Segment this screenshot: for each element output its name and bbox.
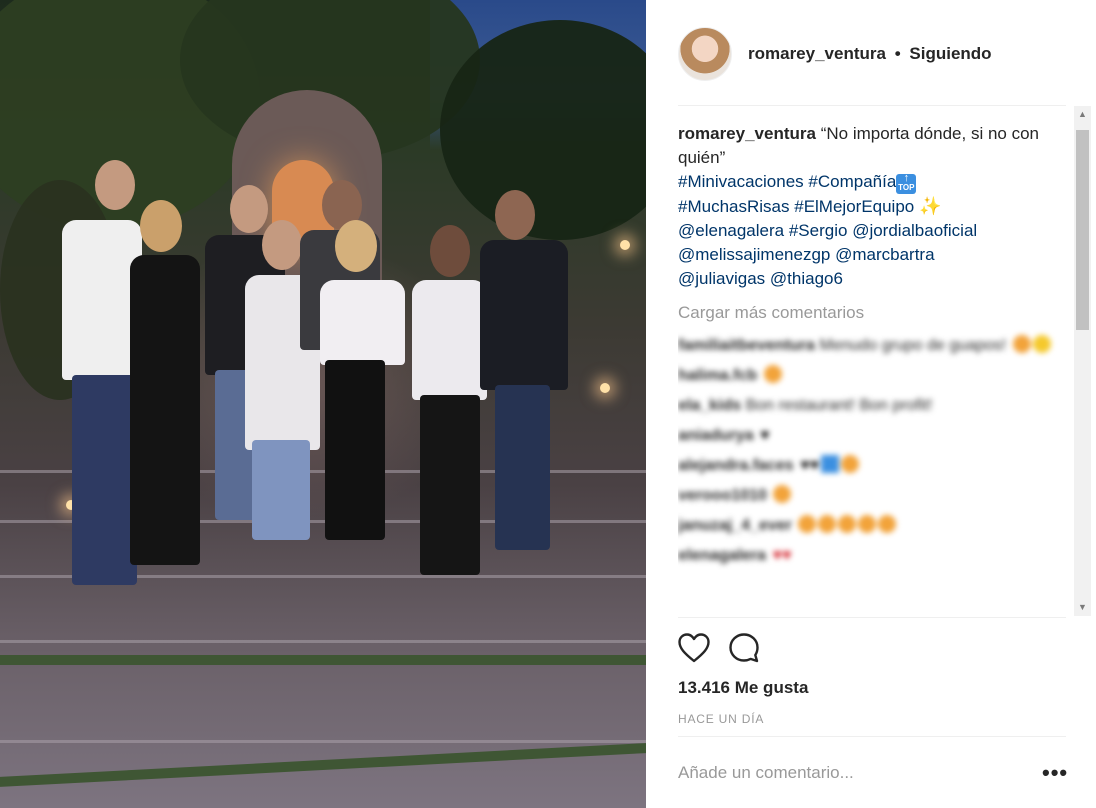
comment-username[interactable]: familiaitbeventura [678, 337, 815, 354]
comment-item: elenagalera ♥♥ [678, 541, 1073, 571]
like-button[interactable] [678, 632, 710, 664]
emoji-icon [773, 485, 792, 503]
post-photo[interactable] [0, 0, 646, 808]
load-more-comments-button[interactable]: Cargar más comentarios [678, 301, 1073, 325]
footer-divider [678, 736, 1066, 737]
photo-grass [0, 655, 646, 665]
post-header: romarey_ventura • Siguiendo [678, 24, 1066, 84]
header-separator: • [894, 44, 901, 63]
scrollbar-thumb[interactable] [1076, 130, 1089, 330]
comment-username[interactable]: januzaj_4_ever [678, 517, 792, 534]
comment-username[interactable]: verooo1010 [678, 487, 767, 504]
comment-item: ela_kids Bon restaurant! Bon profit! [678, 391, 1073, 421]
mention-link[interactable]: @elenagalera [678, 221, 784, 240]
photo-lamp [600, 383, 610, 393]
hashtag-link[interactable]: #Minivacaciones [678, 172, 804, 191]
emoji-icon [798, 515, 817, 533]
comments-divider [678, 617, 1066, 618]
hashtag-link[interactable]: #Compañía [808, 172, 896, 191]
post-details-panel: romarey_ventura • Siguiendo romarey_vent… [646, 0, 1096, 808]
likes-count[interactable]: 13.416 Me gusta [678, 678, 808, 698]
mention-link[interactable]: @thiago6 [770, 269, 843, 288]
emoji-icon [821, 455, 840, 473]
comment-text: Menudo grupo de guapos! [819, 337, 1007, 354]
emoji-icon [1012, 335, 1031, 353]
photo-grass [0, 743, 646, 787]
emoji-icon [858, 515, 877, 533]
comments-list[interactable]: romarey_ventura “No importa dónde, si no… [678, 122, 1073, 615]
comment-item: verooo1010 [678, 481, 1073, 511]
header-username[interactable]: romarey_ventura [748, 44, 886, 63]
photo-step [0, 740, 646, 743]
emoji-icon [1032, 335, 1051, 353]
top-emoji-icon: ↑ TOP [896, 172, 917, 194]
follow-status-button[interactable]: Siguiendo [909, 44, 991, 63]
comment-item: halima.fcb [678, 361, 1073, 391]
emoji-icon [818, 515, 837, 533]
comment-username[interactable]: alejandra.faces [678, 457, 794, 474]
comments-scrollbar[interactable]: ▲ ▼ [1074, 106, 1091, 616]
hashtag-link[interactable]: #Sergio [789, 221, 848, 240]
heart-emoji-icon: ♥♥ [772, 547, 792, 564]
header-divider [678, 105, 1066, 106]
mention-link[interactable]: @juliavigas [678, 269, 765, 288]
hashtag-link[interactable]: #MuchasRisas [678, 197, 790, 216]
comment-username[interactable]: elenagalera [678, 547, 766, 564]
photo-lamp [620, 240, 630, 250]
comment-item: januzaj_4_ever [678, 511, 1073, 541]
hashtag-link[interactable]: #ElMejorEquipo [794, 197, 914, 216]
add-comment-input[interactable] [678, 763, 1008, 783]
mention-link[interactable]: @melissajimenezgp [678, 245, 830, 264]
comment-item: alejandra.faces ♥♥ [678, 451, 1073, 481]
comment-item: aniadurya ♥ [678, 421, 1073, 451]
comment-username[interactable]: halima.fcb [678, 367, 757, 384]
photo-step [0, 640, 646, 643]
emoji-icon [841, 455, 860, 473]
mention-link[interactable]: @marcbartra [835, 245, 934, 264]
mention-link[interactable]: @jordialbaoficial [852, 221, 977, 240]
avatar[interactable] [678, 27, 732, 81]
caption: romarey_ventura “No importa dónde, si no… [678, 122, 1073, 291]
comment-button[interactable] [728, 632, 760, 664]
sparkle-emoji-icon: ✨ [918, 196, 942, 216]
comment-item: familiaitbeventura Menudo grupo de guapo… [678, 331, 1073, 361]
heart-emoji-icon: ♥ [760, 427, 770, 444]
emoji-icon [838, 515, 857, 533]
post-actions [678, 632, 760, 664]
comment-text: Bon restaurant! Bon profit! [745, 397, 933, 414]
heart-outline-icon [678, 633, 710, 663]
caption-username[interactable]: romarey_ventura [678, 124, 816, 143]
emoji-icon [878, 515, 897, 533]
comment-username[interactable]: ela_kids [678, 397, 741, 414]
ellipsis-icon[interactable]: ••• [1042, 760, 1068, 786]
heart-emoji-icon: ♥♥ [800, 457, 820, 474]
emoji-icon [763, 365, 782, 383]
scroll-down-arrow-icon[interactable]: ▼ [1074, 599, 1091, 616]
comment-username[interactable]: aniadurya [678, 427, 754, 444]
header-text: romarey_ventura • Siguiendo [748, 44, 992, 64]
top-emoji-text: TOP [898, 183, 915, 192]
post-timestamp[interactable]: HACE UN DÍA [678, 712, 764, 726]
scroll-up-arrow-icon[interactable]: ▲ [1074, 106, 1091, 123]
speech-bubble-icon [729, 633, 759, 663]
